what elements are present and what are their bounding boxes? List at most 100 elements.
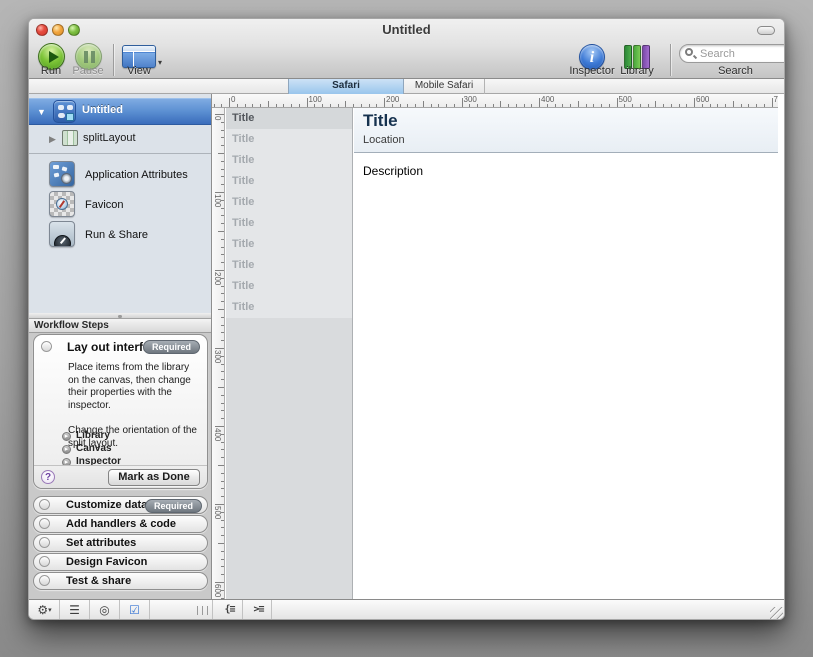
record-list: TitleTitleTitleTitleTitleTitleTitleTitle…	[226, 108, 353, 599]
gear-menu-icon[interactable]: ⚙▾	[31, 600, 58, 620]
detail-description-field[interactable]: Description	[363, 164, 423, 178]
search-input[interactable]	[679, 44, 785, 63]
list-row[interactable]: Title	[226, 255, 352, 276]
ruler-label: 600	[696, 95, 709, 104]
close-button[interactable]	[36, 24, 48, 36]
vertical-ruler: 0100200300400500600	[212, 108, 225, 599]
step-radio[interactable]	[39, 537, 50, 548]
device-tabstrip: Safari Mobile Safari	[29, 79, 784, 94]
required-badge: Required	[145, 499, 202, 513]
search-area: Search	[679, 44, 785, 78]
step-label: Set attributes	[66, 537, 136, 549]
detail-location-field[interactable]: Location	[363, 134, 405, 146]
workflow-step-add-handlers-code[interactable]: Add handlers & code	[33, 515, 208, 533]
workflow-step-customize-data[interactable]: Customize dataRequired	[33, 496, 208, 514]
step-radio[interactable]	[39, 518, 50, 529]
list-row[interactable]: Title	[226, 276, 352, 297]
window-title: Untitled	[29, 19, 784, 41]
sidebar-resize-grip[interactable]	[197, 606, 208, 615]
list-row[interactable]: Title	[226, 213, 352, 234]
dashcode-window: Untitled Run Pause ▾ View i Inspector	[28, 18, 785, 620]
tab-safari[interactable]: Safari	[288, 79, 404, 94]
bottombar-separator	[212, 600, 213, 620]
ruler-label: 100	[213, 194, 222, 207]
project-icon	[53, 100, 76, 123]
list-row[interactable]: Title	[226, 150, 352, 171]
ruler-label: 0	[231, 95, 235, 104]
workflow-steps-header: Workflow Steps	[29, 319, 211, 333]
workflow-step-set-attributes[interactable]: Set attributes	[33, 534, 208, 552]
ruler-label: 700	[774, 95, 779, 104]
minimize-button[interactable]	[52, 24, 64, 36]
sidebar-item-untitled-project[interactable]: ▼ Untitled	[29, 98, 211, 125]
pause-button[interactable]: Pause	[69, 41, 107, 79]
list-row[interactable]: Title	[226, 108, 352, 129]
inspector-button[interactable]: i Inspector	[566, 41, 618, 79]
help-button[interactable]: ?	[41, 470, 55, 484]
sidebar-item-run-share[interactable]: Run & Share	[29, 220, 211, 250]
window-resize-grip[interactable]	[770, 607, 783, 620]
list-row[interactable]: Title	[226, 234, 352, 255]
run-button[interactable]: Run	[33, 41, 69, 79]
window-chrome: Untitled Run Pause ▾ View i Inspector	[29, 19, 784, 79]
titlebar[interactable]: Untitled	[29, 19, 784, 41]
detail-pane: Title Location Description	[354, 108, 778, 599]
sidebar-item-splitlayout[interactable]: ▶ splitLayout	[29, 129, 211, 149]
ruler-label: 200	[386, 95, 399, 104]
list-empty-area	[226, 318, 352, 599]
ruler-label: 400	[541, 95, 554, 104]
step-radio[interactable]	[39, 575, 50, 586]
indent-list-icon[interactable]: >≡	[245, 600, 272, 620]
list-row[interactable]: Title	[226, 192, 352, 213]
step-radio[interactable]	[39, 499, 50, 510]
ruler-label: 300	[464, 95, 477, 104]
run-share-icon	[49, 221, 75, 247]
splitlayout-icon	[62, 130, 78, 146]
sidebar-divider	[29, 153, 211, 154]
ruler-label: 100	[309, 95, 322, 104]
step-label: Customize data	[66, 499, 147, 511]
step-link-label: Library	[76, 430, 110, 441]
disclosure-down-icon[interactable]: ▼	[37, 107, 46, 117]
workflow-step-design-favicon[interactable]: Design Favicon	[33, 553, 208, 571]
bottom-toolbar: ⚙▾☰◎☑ {≡>≡	[29, 599, 784, 620]
detail-header: Title Location	[354, 108, 778, 153]
library-button[interactable]: Library	[617, 41, 657, 79]
workflow-step-lay-out-interface[interactable]: Lay out interface Required Place items f…	[33, 334, 208, 489]
mark-as-done-button[interactable]: Mark as Done	[108, 469, 200, 486]
list-row[interactable]: Title	[226, 297, 352, 318]
workflow-panel: Lay out interface Required Place items f…	[29, 333, 211, 599]
disclosure-right-icon[interactable]: ▶	[49, 134, 56, 145]
view-button[interactable]: ▾ View	[117, 41, 161, 79]
sidebar: ▼ Untitled ▶ splitLayout Application Att…	[29, 94, 212, 599]
bottombar-separator	[149, 600, 150, 620]
arrow-bullet-icon: ▸	[62, 445, 71, 454]
step-radio[interactable]	[39, 556, 50, 567]
sidebar-item-favicon[interactable]: Favicon	[29, 190, 211, 220]
bottombar-separator	[119, 600, 120, 620]
step-label: Add handlers & code	[66, 518, 176, 530]
sidebar-item-application-attributes[interactable]: Application Attributes	[29, 160, 211, 190]
edit-check-icon[interactable]: ☑	[121, 600, 148, 620]
source-list: ▼ Untitled ▶ splitLayout Application Att…	[29, 94, 211, 313]
ruler-label: 500	[619, 95, 632, 104]
stack-list-icon[interactable]: {≡	[216, 600, 243, 620]
list-row[interactable]: Title	[226, 129, 352, 150]
breakpoint-icon[interactable]: ◎	[91, 600, 118, 620]
tab-mobile-safari[interactable]: Mobile Safari	[404, 79, 485, 94]
bottombar-separator	[59, 600, 60, 620]
detail-title-field[interactable]: Title	[363, 111, 398, 131]
arrow-bullet-icon: ▸	[62, 432, 71, 441]
list-view-icon[interactable]: ☰	[61, 600, 88, 620]
ruler-label: 600	[213, 584, 222, 597]
step-label: Design Favicon	[66, 556, 147, 568]
toolbar-toggle-pill[interactable]	[757, 26, 775, 35]
required-badge: Required	[143, 340, 200, 354]
search-icon	[685, 48, 693, 56]
step-radio[interactable]	[41, 341, 52, 352]
list-row[interactable]: Title	[226, 171, 352, 192]
step-label: Test & share	[66, 575, 131, 587]
workflow-step-test-share[interactable]: Test & share	[33, 572, 208, 590]
zoom-button[interactable]	[68, 24, 80, 36]
ruler-label: 0	[213, 116, 222, 120]
